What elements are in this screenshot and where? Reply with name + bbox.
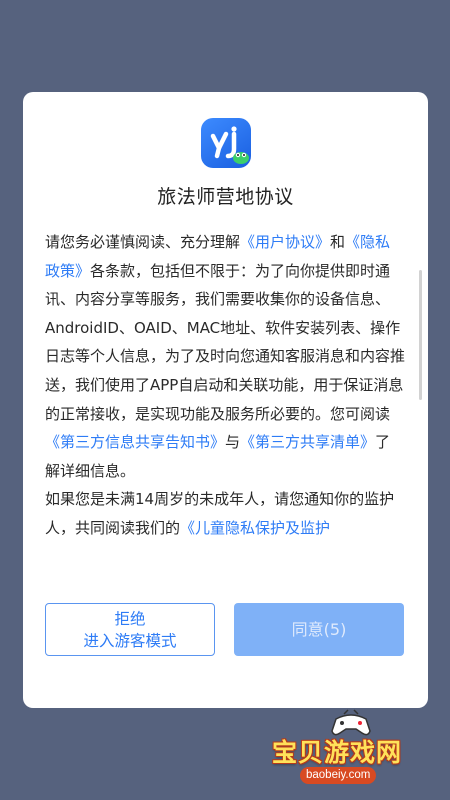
agree-label: 同意(5) (291, 619, 347, 639)
agreement-text-segment: 请您务必谨慎阅读、充分理解 (45, 233, 241, 251)
agreement-text-scroll[interactable]: 请您务必谨慎阅读、充分理解《用户协议》和《隐私政策》各条款，包括但不限于：为了向… (45, 228, 405, 578)
watermark-url: baobeiy.com (300, 767, 377, 784)
policy-link[interactable]: 《用户协议》 (240, 233, 330, 251)
scrollbar[interactable] (419, 270, 422, 400)
agreement-dialog: 旅法师营地协议 请您务必谨慎阅读、充分理解《用户协议》和《隐私政策》各条款，包括… (23, 92, 428, 708)
policy-link[interactable]: 《第三方信息共享告知书》 (45, 433, 225, 451)
agreement-text: 请您务必谨慎阅读、充分理解《用户协议》和《隐私政策》各条款，包括但不限于：为了向… (45, 228, 405, 543)
agreement-text-segment: 与 (225, 433, 241, 452)
agreement-text-segment: 各条款，包括但不限于：为了向你提供即时通讯、内容分享等服务，我们需要收集你的设备… (45, 261, 405, 423)
yj-logo-graphic (210, 126, 249, 164)
agreement-paragraph-1: 请您务必谨慎阅读、充分理解《用户协议》和《隐私政策》各条款，包括但不限于：为了向… (45, 228, 405, 485)
decline-guest-mode-button[interactable]: 拒绝 进入游客模式 (45, 603, 215, 656)
app-logo-icon (201, 118, 251, 168)
decline-label: 拒绝 (114, 609, 146, 628)
watermark-logo: 宝贝游戏网 baobeiy.com (268, 705, 448, 795)
agreement-text-segment: 和 (330, 233, 346, 251)
policy-link[interactable]: 《第三方共享清单》 (240, 433, 375, 451)
agree-button[interactable]: 同意(5) (234, 603, 404, 656)
watermark-text: 宝贝游戏网 (272, 738, 403, 767)
agreement-paragraph-2: 如果您是未满14周岁的未成年人，请您通知你的监护人，共同阅读我们的《儿童隐私保护… (45, 485, 405, 542)
policy-link[interactable]: 《儿童隐私保护及监护 (180, 519, 330, 537)
guest-mode-label: 进入游客模式 (83, 631, 177, 650)
dialog-title: 旅法师营地协议 (157, 186, 294, 208)
